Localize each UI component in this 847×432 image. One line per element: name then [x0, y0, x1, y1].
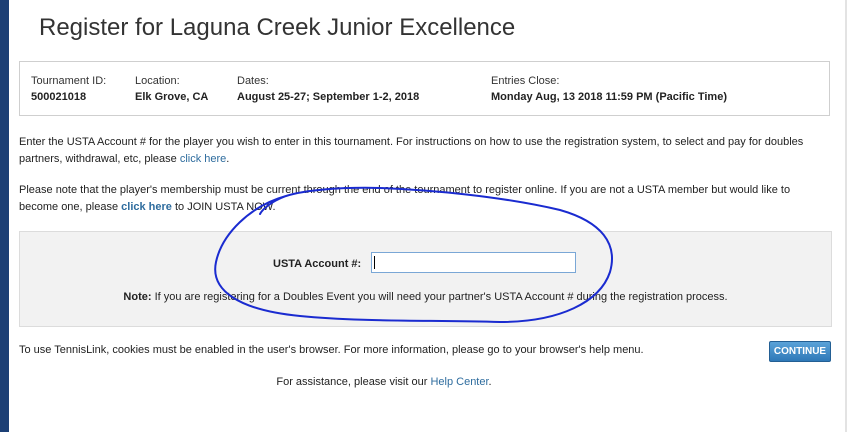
location-column: Location: Elk Grove, CA	[135, 73, 208, 105]
assistance-line: For assistance, please visit our Help Ce…	[0, 376, 768, 388]
usta-account-input[interactable]	[371, 252, 576, 273]
location-label: Location:	[135, 75, 180, 87]
left-sidebar-strip	[0, 0, 9, 432]
cookies-notice: To use TennisLink, cookies must be enabl…	[19, 344, 644, 356]
join-usta-click-here-link[interactable]: click here	[121, 201, 172, 213]
tournament-id-label: Tournament ID:	[31, 75, 107, 87]
location-value: Elk Grove, CA	[135, 91, 209, 103]
instructions-click-here-link[interactable]: click here	[180, 153, 226, 165]
membership-suffix: to JOIN USTA NOW.	[171, 201, 276, 213]
instructions-paragraph: Enter the USTA Account # for the player …	[19, 134, 829, 168]
assistance-suffix: .	[488, 376, 492, 388]
tournament-info-box: Tournament ID: 500021018 Location: Elk G…	[19, 61, 830, 116]
dates-value: August 25-27; September 1-2, 2018	[237, 91, 420, 103]
instructions-text: Enter the USTA Account # for the player …	[19, 136, 804, 165]
entries-close-label: Entries Close:	[491, 75, 560, 87]
usta-account-label: USTA Account #:	[273, 258, 362, 270]
membership-paragraph: Please note that the player's membership…	[19, 182, 829, 216]
entries-close-column: Entries Close: Monday Aug, 13 2018 11:59…	[491, 73, 727, 105]
instructions-suffix: .	[226, 153, 230, 165]
text-cursor	[374, 256, 375, 269]
help-center-link[interactable]: Help Center	[430, 376, 488, 388]
tournament-id-column: Tournament ID: 500021018	[31, 73, 106, 105]
doubles-note: Note: If you are registering for a Doubl…	[20, 291, 831, 303]
continue-button[interactable]: CONTINUE	[769, 341, 831, 362]
tournament-id-value: 500021018	[31, 91, 87, 103]
note-label: Note:	[123, 291, 152, 303]
dates-column: Dates: August 25-27; September 1-2, 2018	[237, 73, 419, 105]
assistance-text: For assistance, please visit our	[276, 376, 431, 388]
page-title: Register for Laguna Creek Junior Excelle…	[39, 14, 516, 41]
note-text: If you are registering for a Doubles Eve…	[151, 291, 728, 303]
entries-close-value: Monday Aug, 13 2018 11:59 PM (Pacific Ti…	[491, 91, 727, 103]
account-entry-panel: USTA Account #: Note: If you are registe…	[19, 231, 832, 327]
dates-label: Dates:	[237, 75, 269, 87]
